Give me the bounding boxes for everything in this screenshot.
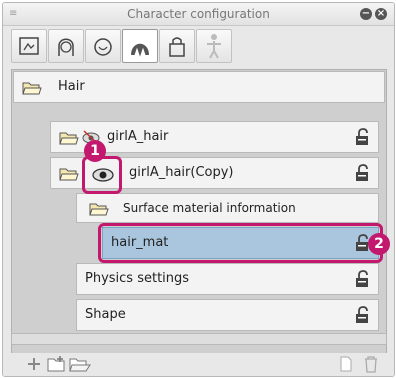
new-folder-icon[interactable] [47, 355, 67, 373]
import-folder-icon[interactable] [69, 355, 91, 373]
minimize-icon[interactable]: − [360, 8, 372, 20]
tab-head[interactable] [85, 29, 121, 63]
lock-open-icon[interactable] [354, 270, 370, 288]
bag-icon [169, 37, 185, 57]
horizontal-scrollbar[interactable] [11, 333, 387, 345]
callout-hair-mat [98, 223, 383, 263]
lock-open-icon[interactable] [354, 164, 370, 182]
callout-eye-toggle [82, 156, 122, 194]
body-figure-icon [207, 34, 221, 59]
tree-item-label: girlA_hair(Copy) [129, 165, 234, 180]
tab-accessory[interactable] [159, 29, 195, 63]
title-bar[interactable]: ≡ Character configuration − × [3, 3, 394, 26]
panel-title: Character configuration [127, 7, 270, 21]
tree-row-physics-settings[interactable]: Physics settings [76, 263, 379, 295]
annotation-number-2: 2 [368, 233, 390, 255]
duplicate-icon[interactable] [339, 356, 353, 372]
annotation-number-1: 1 [84, 140, 106, 162]
close-icon[interactable]: × [375, 8, 387, 20]
face-frame-icon [19, 37, 39, 55]
tab-hair[interactable] [48, 29, 84, 63]
hair-icon [58, 38, 74, 56]
folder-open-icon [89, 203, 109, 216]
character-configuration-panel: ≡ Character configuration − × Hair girlA… [2, 2, 395, 377]
tab-face[interactable] [11, 29, 47, 63]
folder-open-icon [22, 82, 42, 95]
tab-hair-parts[interactable] [122, 29, 158, 63]
tab-body[interactable] [196, 29, 232, 63]
tree-item-label: Physics settings [85, 271, 190, 286]
tree-item-label: girlA_hair [107, 129, 169, 144]
bottom-toolbar [3, 353, 394, 376]
add-icon[interactable] [27, 357, 41, 371]
tree-item-label: Surface material information [123, 201, 296, 215]
lock-open-icon[interactable] [354, 128, 370, 146]
tree-item-label: Hair [58, 79, 85, 94]
head-icon [94, 38, 112, 56]
tree-row-shape[interactable]: Shape [76, 299, 379, 331]
tree-item-label: Shape [85, 307, 126, 322]
trash-icon[interactable] [363, 355, 379, 373]
tree-row-hair[interactable]: Hair [13, 71, 385, 103]
hair-parts-icon [131, 43, 149, 57]
eye-visible-icon[interactable] [91, 166, 115, 184]
tree-row-surface-material[interactable]: Surface material information [76, 193, 379, 223]
folder-open-icon [59, 132, 79, 145]
lock-open-icon[interactable] [354, 306, 370, 324]
parts-tree: Hair girlA_hair girlA_hair(Copy) Surface… [11, 69, 390, 355]
folder-open-icon [59, 168, 79, 181]
